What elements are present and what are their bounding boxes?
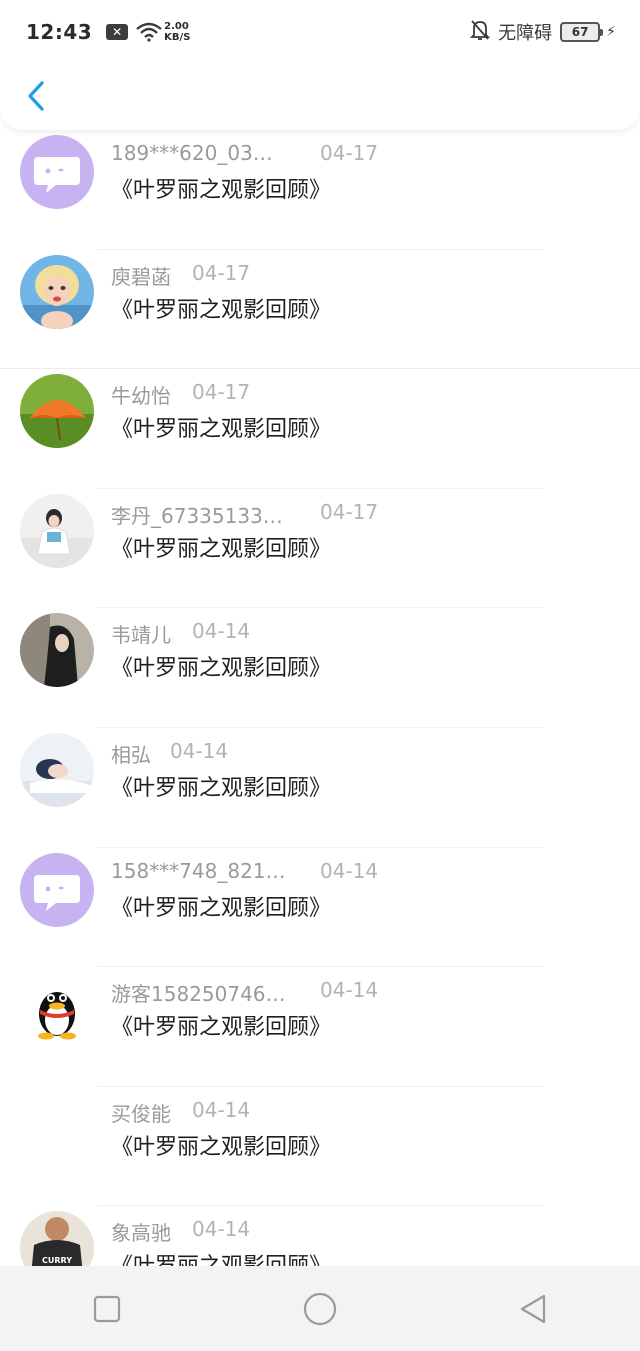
notification-close-icon: ✕ <box>106 24 129 40</box>
message-date: 04-14 <box>320 858 379 883</box>
screen: 12:43 ✕ 2.00 KB/S 无障碍 67 ⚡ 189***620_03…… <box>0 0 640 1351</box>
message-date: 04-17 <box>320 141 379 165</box>
message-title: 《叶罗丽之观影回顾》 <box>111 656 332 682</box>
sender-name: 象高驰 <box>111 1221 171 1246</box>
message-date: 04-14 <box>192 1217 251 1242</box>
clock: 12:43 <box>26 20 93 44</box>
avatar: CURRY 30 <box>20 1211 94 1266</box>
system-nav-bar <box>0 1266 640 1351</box>
list-item[interactable]: 189***620_03… 04-17 《叶罗丽之观影回顾》 <box>0 130 640 250</box>
message-date: 04-14 <box>320 978 379 1003</box>
sender-name: 游客158250746… <box>111 982 286 1007</box>
avatar <box>20 732 94 807</box>
message-date: 04-14 <box>192 619 251 644</box>
sender-name: 189***620_03… <box>111 141 273 165</box>
message-title: 《叶罗丽之观影回顾》 <box>111 895 332 921</box>
message-title: 《叶罗丽之观影回顾》 <box>111 1248 331 1266</box>
sender-name: 庾碧菡 <box>111 264 171 289</box>
message-title: 《叶罗丽之观影回顾》 <box>111 178 332 203</box>
network-speed-value: 2.00 <box>164 21 189 32</box>
sender-name: 韦靖儿 <box>111 623 171 648</box>
triangle-back-icon <box>521 1294 546 1323</box>
charging-icon: ⚡ <box>606 24 616 40</box>
wifi-icon <box>136 22 162 42</box>
message-date: 04-17 <box>192 380 251 405</box>
avatar <box>20 613 94 688</box>
status-bar: 12:43 ✕ 2.00 KB/S 无障碍 67 ⚡ <box>0 0 640 64</box>
message-date: 04-14 <box>192 1097 251 1122</box>
network-speed-unit: KB/S <box>164 32 191 43</box>
circle-icon <box>303 1292 337 1325</box>
back-button[interactable] <box>20 78 52 114</box>
square-icon <box>93 1295 120 1322</box>
list-item[interactable]: 相弘 04-14 《叶罗丽之观影回顾》 <box>0 728 640 848</box>
avatar <box>20 852 94 927</box>
list-item[interactable]: 李丹_67335133… 04-17 《叶罗丽之观影回顾》 <box>0 489 640 609</box>
nav-back-button[interactable] <box>503 1279 563 1339</box>
avatar <box>20 254 94 329</box>
chevron-left-icon <box>28 81 44 111</box>
recent-apps-button[interactable] <box>77 1279 137 1339</box>
list-item[interactable]: CURRY 30 象高驰 04-14 《叶罗丽之观影回顾》 <box>0 1206 640 1266</box>
home-button[interactable] <box>290 1279 350 1339</box>
sender-name: 李丹_67335133… <box>111 503 283 528</box>
sender-name: 牛幼怡 <box>111 384 171 409</box>
list-item[interactable]: 买俊能 04-14 《叶罗丽之观影回顾》 <box>0 1087 640 1207</box>
message-title: 《叶罗丽之观影回顾》 <box>111 417 332 443</box>
avatar <box>20 135 94 209</box>
message-list: 189***620_03… 04-17 《叶罗丽之观影回顾》 庾碧菡 04-17… <box>0 130 640 1266</box>
avatar <box>20 972 94 1047</box>
message-date: 04-14 <box>170 738 229 763</box>
list-item[interactable]: 158***748_821… 04-14 《叶罗丽之观影回顾》 <box>0 848 640 968</box>
svg-text:CURRY: CURRY <box>42 1256 72 1265</box>
status-right: 无障碍 67 ⚡ <box>469 19 616 45</box>
network-speed: 2.00 KB/S <box>164 21 190 43</box>
message-title: 《叶罗丽之观影回顾》 <box>111 536 332 562</box>
avatar <box>20 493 94 568</box>
sender-name: 158***748_821… <box>111 858 286 883</box>
list-item[interactable]: 庾碧菡 04-17 《叶罗丽之观影回顾》 <box>0 250 640 370</box>
header <box>0 64 640 130</box>
avatar <box>20 374 94 449</box>
sender-name: 相弘 <box>111 742 151 767</box>
list-item[interactable]: 韦靖儿 04-14 《叶罗丽之观影回顾》 <box>0 608 640 728</box>
sender-name: 买俊能 <box>111 1101 171 1126</box>
list-item[interactable]: 游客158250746… 04-14 《叶罗丽之观影回顾》 <box>0 967 640 1087</box>
message-date: 04-17 <box>320 499 379 524</box>
battery-level: 67 <box>571 25 589 39</box>
mute-bell-icon <box>469 19 491 45</box>
accessibility-label: 无障碍 <box>498 23 553 44</box>
message-title: 《叶罗丽之观影回顾》 <box>111 1134 332 1160</box>
message-title: 《叶罗丽之观影回顾》 <box>111 297 332 323</box>
message-date: 04-17 <box>192 260 251 285</box>
list-item[interactable]: 牛幼怡 04-17 《叶罗丽之观影回顾》 <box>0 369 640 489</box>
avatar <box>20 1092 94 1166</box>
message-title: 《叶罗丽之观影回顾》 <box>111 1015 332 1041</box>
message-title: 《叶罗丽之观影回顾》 <box>111 775 332 801</box>
battery-icon: 67 <box>560 22 604 42</box>
